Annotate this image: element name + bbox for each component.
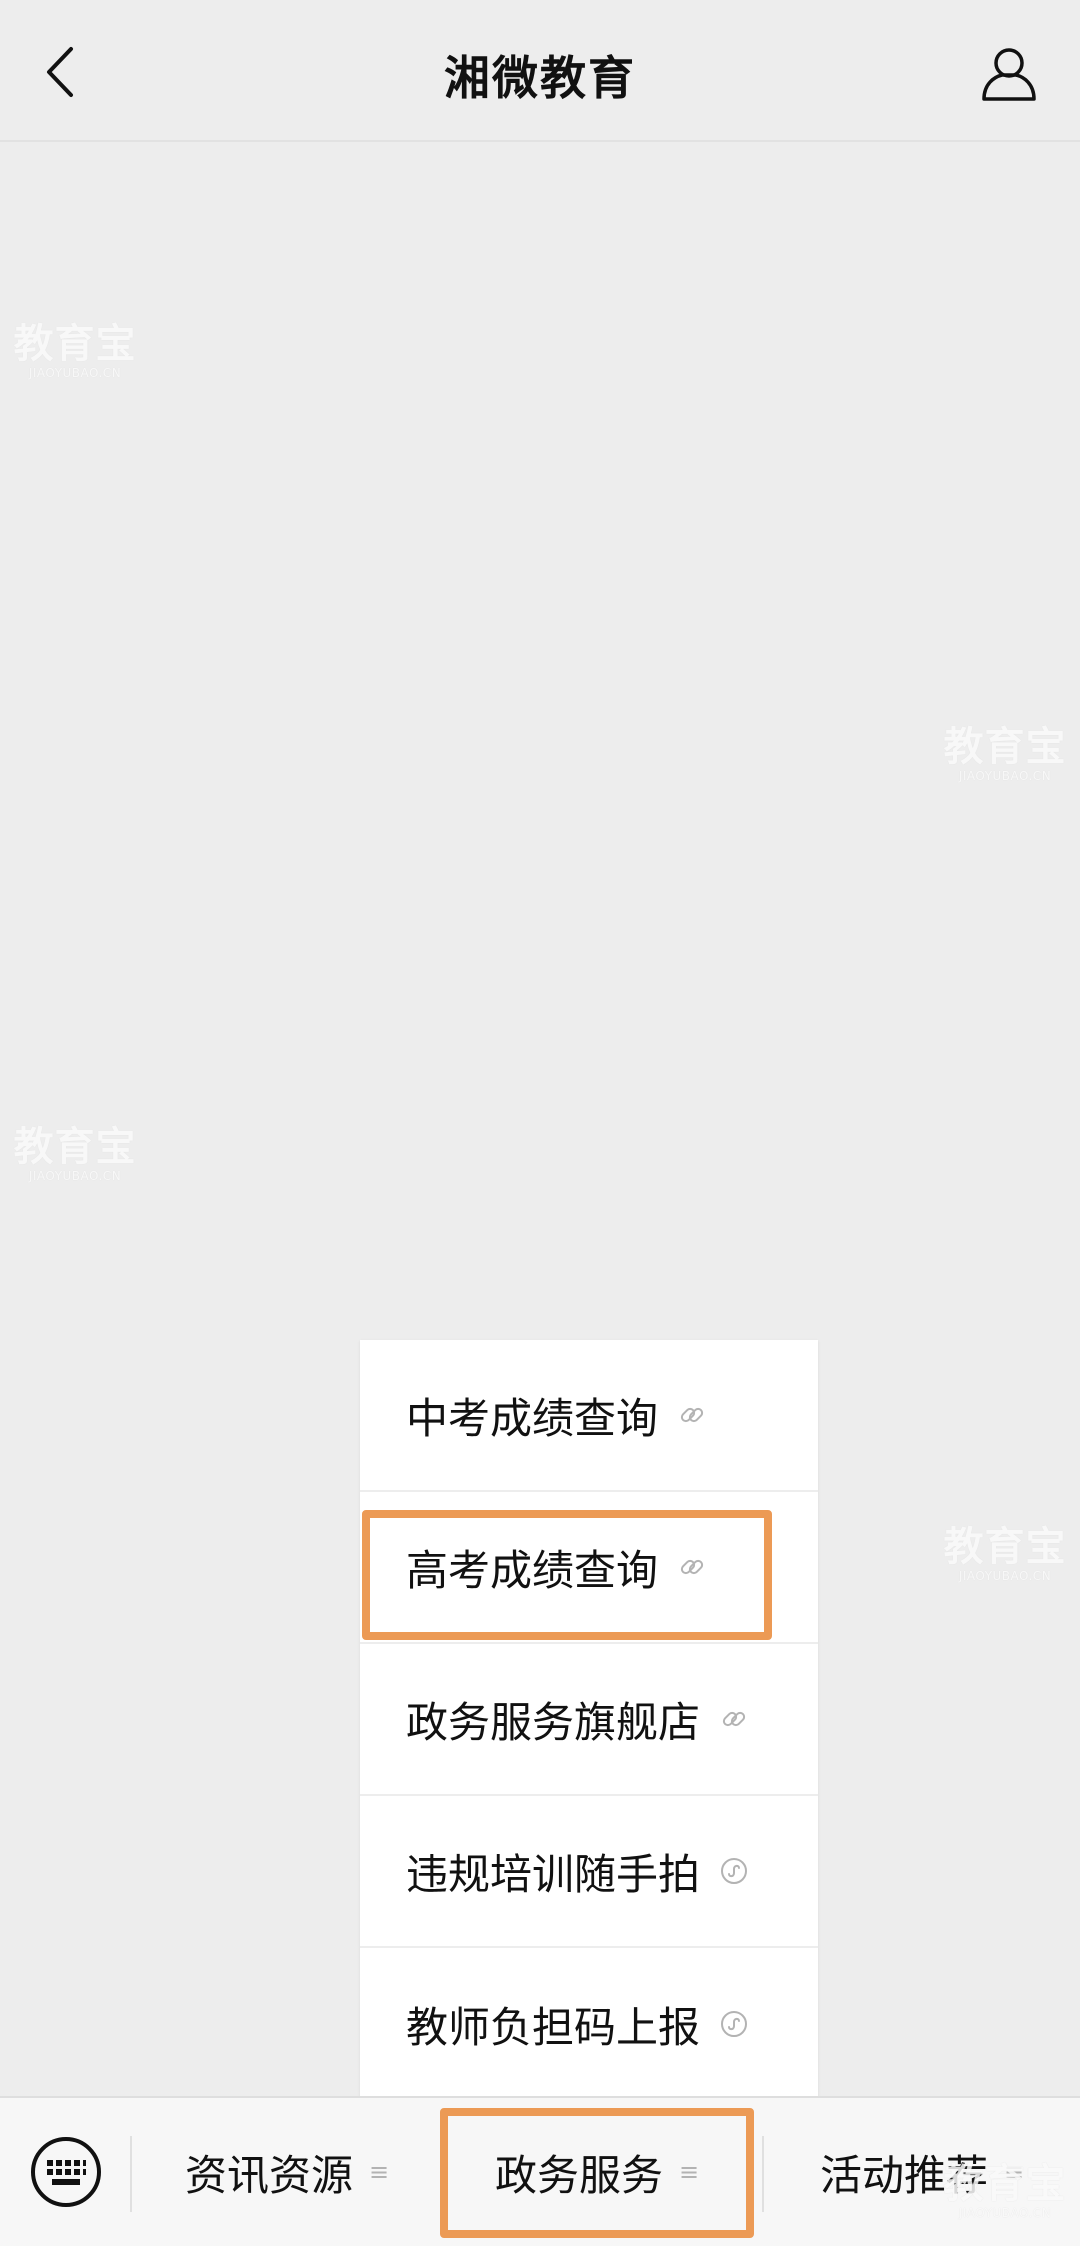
link-icon [678, 1401, 706, 1429]
watermark: 教育宝 JIAOYUBAO.CN [10, 1125, 140, 1183]
submenu-item-zhongkao-score[interactable]: 中考成绩查询 [360, 1340, 818, 1492]
mini-program-icon [720, 2010, 748, 2038]
submenu-item-report-illegal-training[interactable]: 违规培训随手拍 [360, 1796, 818, 1948]
watermark-text: 教育宝 [13, 321, 137, 367]
tab-label: 活动推荐 [819, 2150, 988, 2200]
mini-program-icon [720, 1857, 748, 1885]
submenu-item-teacher-burden-report[interactable]: 教师负担码上报 [360, 1948, 818, 2100]
menu-lines-icon: ≡ [368, 2158, 390, 2186]
watermark-subtext: JIAOYUBAO.CN [28, 1169, 122, 1183]
tab-news-resources[interactable]: 资讯资源 ≡ [134, 2098, 440, 2246]
link-icon [678, 1553, 706, 1581]
keyboard-toggle-button[interactable] [30, 2136, 102, 2208]
keyboard-icon [31, 2137, 101, 2207]
submenu-item-label: 政务服务旗舰店 [406, 1697, 701, 1747]
watermark-subtext: JIAOYUBAO.CN [28, 366, 122, 380]
watermark-subtext: JIAOYUBAO.CN [958, 769, 1052, 783]
profile-button[interactable] [976, 40, 1042, 106]
watermark-text: 教育宝 [13, 1124, 137, 1170]
submenu-item-label: 高考成绩查询 [406, 1545, 659, 1595]
user-profile-icon [982, 48, 1036, 101]
menu-lines-icon: ≡ [1003, 2158, 1025, 2186]
tab-label: 资讯资源 [184, 2150, 353, 2200]
link-icon [720, 1705, 748, 1733]
submenu-popup: 中考成绩查询 高考成绩查询 政务服务旗舰店 违规培训随手拍 教师负担码上报 [360, 1340, 818, 2100]
submenu-item-label: 教师负担码上报 [406, 2002, 701, 2052]
menu-lines-icon: ≡ [678, 2158, 700, 2186]
page-title: 湘微教育 [444, 51, 636, 105]
watermark-text: 教育宝 [943, 724, 1067, 770]
submenu-item-label: 中考成绩查询 [406, 1393, 659, 1443]
watermark: 教育宝 JIAOYUBAO.CN [10, 322, 140, 380]
submenu-item-label: 违规培训随手拍 [406, 1849, 701, 1899]
divider [130, 2136, 132, 2212]
watermark: 教育宝 JIAOYUBAO.CN [940, 725, 1070, 783]
submenu-item-gov-flagship-store[interactable]: 政务服务旗舰店 [360, 1644, 818, 1796]
watermark-subtext: JIAOYUBAO.CN [958, 1569, 1052, 1583]
tab-gov-services[interactable]: 政务服务 ≡ [442, 2098, 752, 2246]
tab-label: 政务服务 [494, 2150, 663, 2200]
submenu-item-gaokao-score[interactable]: 高考成绩查询 [360, 1492, 818, 1644]
tab-activity-recommend[interactable]: 活动推荐 ≡ [764, 2098, 1080, 2246]
bottom-menu-bar: 资讯资源 ≡ 政务服务 ≡ 活动推荐 ≡ [0, 2096, 1080, 2246]
watermark-text: 教育宝 [943, 1524, 1067, 1570]
watermark: 教育宝 JIAOYUBAO.CN [940, 1525, 1070, 1583]
navigation-bar: 湘微教育 [0, 0, 1080, 142]
